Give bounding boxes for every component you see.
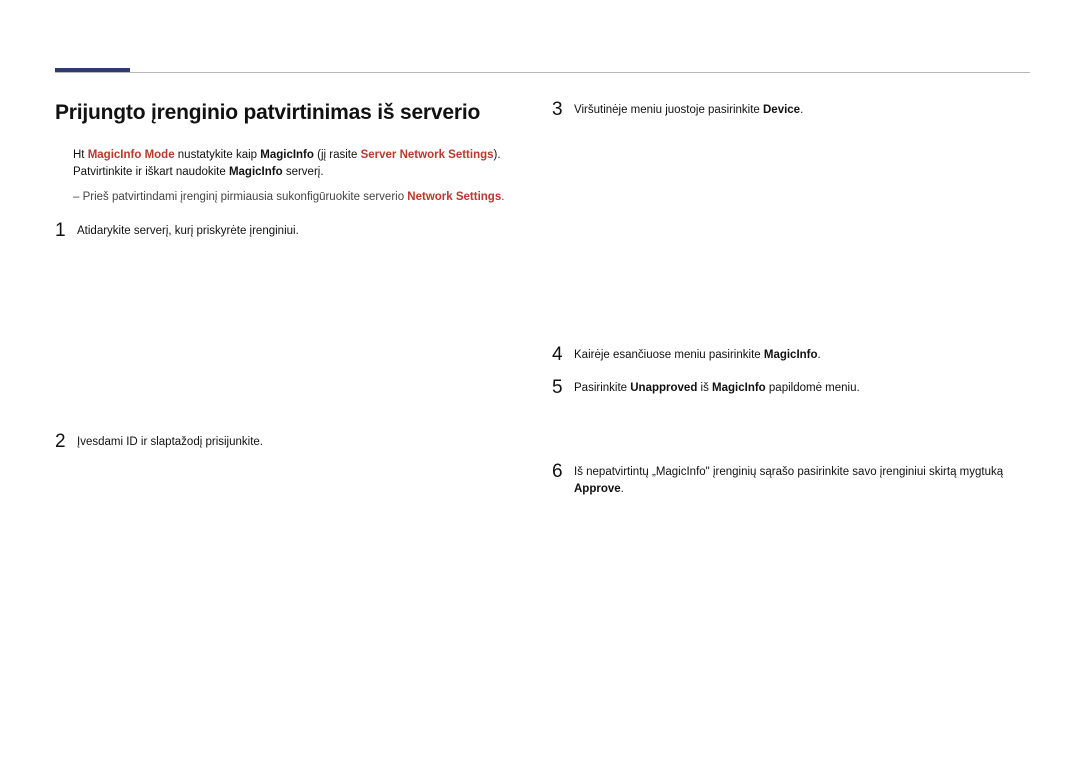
step3-b: Device: [763, 104, 800, 116]
step-3: 3 Viršutinėje meniu juostoje pasirinkite…: [552, 100, 1032, 119]
step-3-text: Viršutinėje meniu juostoje pasirinkite D…: [574, 100, 803, 119]
intro-paragraph: Ht MagicInfo Mode nustatykite kaip Magic…: [73, 147, 515, 180]
step6-b: Approve: [574, 483, 621, 495]
step-number-5: 5: [552, 378, 574, 397]
step-6: 6 Iš nepatvirtintų „MagicInfo" įrenginių…: [552, 462, 1032, 497]
step-number-4: 4: [552, 345, 574, 364]
step6-a: Iš nepatvirtintų „MagicInfo" įrenginių s…: [574, 466, 1003, 478]
intro-line2a: Patvirtinkite ir iškart naudokite: [73, 166, 229, 178]
step4-a: Kairėje esančiuose meniu pasirinkite: [574, 349, 764, 361]
intro-prefix: Ht: [73, 149, 88, 161]
intro-mode-val: MagicInfo: [260, 149, 314, 161]
step-1: 1 Atidarykite serverį, kurį priskyrėte į…: [55, 221, 515, 240]
step-2: 2 Įvesdami ID ir slaptažodį prisijunkite…: [55, 432, 515, 451]
step4-c: .: [818, 349, 821, 361]
step5-e: papildomė meniu.: [766, 382, 860, 394]
step-4: 4 Kairėje esančiuose meniu pasirinkite M…: [552, 345, 1032, 364]
intro-mid2: (jį rasite: [314, 149, 361, 161]
step-number-1: 1: [55, 221, 77, 240]
step-number-3: 3: [552, 100, 574, 119]
page-title: Prijungto įrenginio patvirtinimas iš ser…: [55, 100, 515, 125]
step-1-text: Atidarykite serverį, kurį priskyrėte įre…: [77, 221, 299, 240]
step-6-text: Iš nepatvirtintų „MagicInfo" įrenginių s…: [574, 462, 1032, 497]
step-4-text: Kairėje esančiuose meniu pasirinkite Mag…: [574, 345, 821, 364]
note-t2: .: [501, 191, 504, 203]
note-line: Prieš patvirtindami įrenginį pirmiausia …: [73, 189, 515, 206]
intro-server: Server: [361, 149, 397, 161]
step3-c: .: [800, 104, 803, 116]
step-number-2: 2: [55, 432, 77, 451]
intro-mode-label: MagicInfo Mode: [88, 149, 175, 161]
step5-c: iš: [697, 382, 712, 394]
intro-line2c: serverį.: [283, 166, 324, 178]
step5-b: Unapproved: [630, 382, 697, 394]
intro-mid4: ).: [494, 149, 501, 161]
step3-a: Viršutinėje meniu juostoje pasirinkite: [574, 104, 763, 116]
right-column: 3 Viršutinėje meniu juostoje pasirinkite…: [552, 100, 1032, 411]
step-5-text: Pasirinkite Unapproved iš MagicInfo papi…: [574, 378, 860, 397]
step-5: 5 Pasirinkite Unapproved iš MagicInfo pa…: [552, 378, 1032, 397]
note-t1: Prieš patvirtindami įrenginį pirmiausia …: [83, 191, 408, 203]
divider-line: [55, 72, 1030, 73]
intro-net1: Network Settings: [400, 149, 494, 161]
left-column: Prijungto įrenginio patvirtinimas iš ser…: [55, 100, 515, 465]
step4-b: MagicInfo: [764, 349, 818, 361]
step-number-6: 6: [552, 462, 574, 481]
note-net: Network Settings: [407, 191, 501, 203]
step-2-text: Įvesdami ID ir slaptažodį prisijunkite.: [77, 432, 263, 451]
intro-mid1: nustatykite kaip: [175, 149, 261, 161]
intro-line2b: MagicInfo: [229, 166, 283, 178]
step5-a: Pasirinkite: [574, 382, 630, 394]
step5-d: MagicInfo: [712, 382, 766, 394]
step6-c: .: [621, 483, 624, 495]
